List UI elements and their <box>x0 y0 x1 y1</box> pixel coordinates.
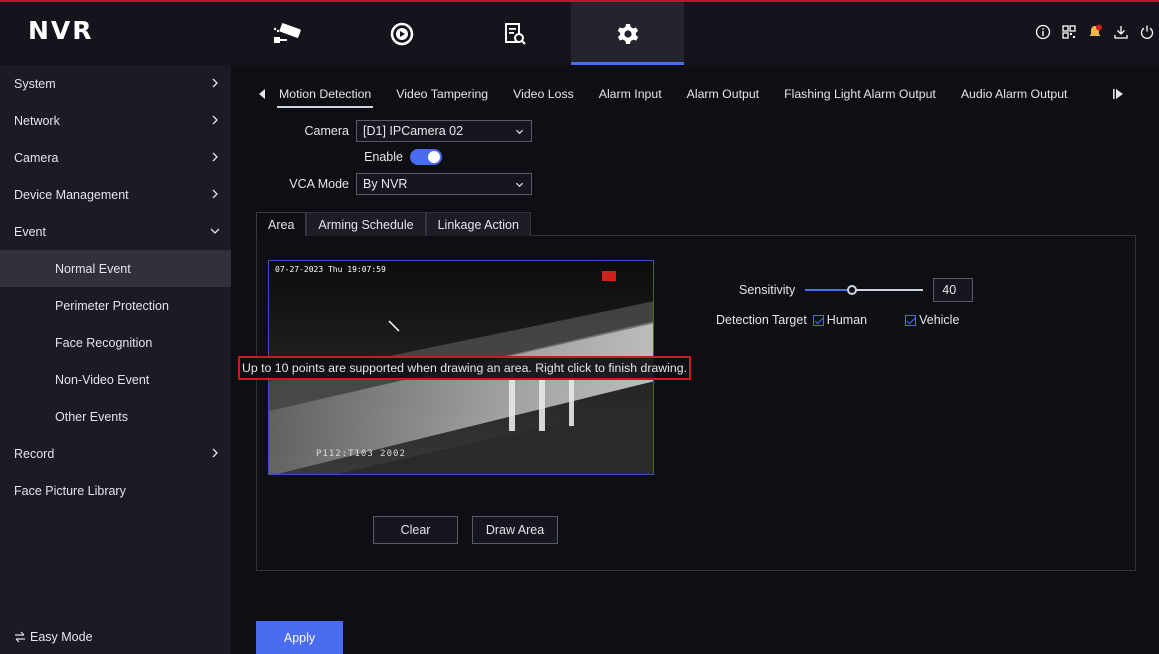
tab-area[interactable]: Area <box>256 212 307 236</box>
tab-flashing-light-alarm-output[interactable]: Flashing Light Alarm Output <box>784 87 936 101</box>
vehicle-checkbox[interactable] <box>905 314 917 326</box>
sidebar: System Network Camera Device Management … <box>0 65 231 654</box>
draw-area-hint: Up to 10 points are supported when drawi… <box>238 356 691 380</box>
sidebar-item-face-picture-library[interactable]: Face Picture Library <box>0 472 231 509</box>
tab-linkage-action[interactable]: Linkage Action <box>425 212 531 236</box>
sidebar-item-normal-event[interactable]: Normal Event <box>0 250 231 287</box>
info-icon[interactable] <box>1035 24 1051 40</box>
tab-arming-schedule[interactable]: Arming Schedule <box>306 212 426 236</box>
sidebar-item-other-events[interactable]: Other Events <box>0 398 231 435</box>
settings-gear-icon[interactable] <box>571 2 684 65</box>
main-content: Motion Detection Video Tampering Video L… <box>231 65 1159 654</box>
sensitivity-slider[interactable] <box>805 282 924 298</box>
sidebar-item-label: Non-Video Event <box>55 372 150 387</box>
sensitivity-label: Sensitivity <box>739 283 796 297</box>
top-bar: NVR <box>0 0 1159 65</box>
tab-audio-alarm-output[interactable]: Audio Alarm Output <box>961 87 1068 101</box>
search-file-icon[interactable] <box>458 2 571 65</box>
camera-row: Camera [D1] IPCamera 02 <box>231 120 532 142</box>
sidebar-item-label: Normal Event <box>55 261 131 276</box>
video-timestamp: 07-27-2023 Thu 19:07:59 <box>275 265 386 274</box>
tab-video-loss[interactable]: Video Loss <box>513 87 574 101</box>
tab-scroll-right-icon[interactable] <box>1112 88 1124 100</box>
chevron-down-icon <box>515 182 524 188</box>
sidebar-item-label: Face Picture Library <box>14 483 126 498</box>
sensitivity-row: Sensitivity 40 <box>739 278 974 302</box>
sidebar-item-event[interactable]: Event <box>0 213 231 250</box>
sidebar-item-face-recognition[interactable]: Face Recognition <box>0 324 231 361</box>
enable-label: Enable <box>364 150 403 164</box>
tab-video-tampering[interactable]: Video Tampering <box>396 87 488 101</box>
event-tabs: Motion Detection Video Tampering Video L… <box>257 85 1123 108</box>
sidebar-item-label: Other Events <box>55 409 128 424</box>
vca-mode-select[interactable]: By NVR <box>356 173 532 195</box>
human-checkbox[interactable] <box>812 314 824 326</box>
recording-indicator-icon <box>602 271 616 281</box>
camera-value: [D1] IPCamera 02 <box>363 124 464 138</box>
chevron-down-icon <box>515 129 524 135</box>
easy-mode-label: Easy Mode <box>30 630 93 644</box>
tab-scroll-left-icon[interactable] <box>257 88 269 100</box>
vca-mode-value: By NVR <box>363 177 408 191</box>
slider-handle[interactable] <box>847 285 858 295</box>
enable-toggle[interactable] <box>410 149 442 165</box>
chevron-right-icon <box>212 448 218 458</box>
chevron-right-icon <box>212 115 218 125</box>
tab-alarm-input[interactable]: Alarm Input <box>599 87 662 101</box>
detection-target-label: Detection Target <box>716 313 807 327</box>
tab-motion-detection[interactable]: Motion Detection <box>276 87 374 108</box>
sidebar-item-non-video-event[interactable]: Non-Video Event <box>0 361 231 398</box>
sidebar-item-label: Network <box>14 113 60 128</box>
sidebar-item-label: Record <box>14 446 55 461</box>
sidebar-item-label: Event <box>14 224 46 239</box>
sidebar-item-label: System <box>14 76 56 91</box>
vca-mode-row: VCA Mode By NVR <box>231 173 532 195</box>
camera-label: Camera <box>304 124 349 138</box>
clear-button[interactable]: Clear <box>373 516 458 544</box>
sub-tabs: Area Arming Schedule Linkage Action <box>256 212 531 236</box>
top-navigation <box>232 2 684 65</box>
camera-select[interactable]: [D1] IPCamera 02 <box>356 120 532 142</box>
sidebar-item-label: Camera <box>14 150 59 165</box>
draw-area-button[interactable]: Draw Area <box>472 516 558 544</box>
download-icon[interactable] <box>1113 24 1129 40</box>
sidebar-item-label: Perimeter Protection <box>55 298 169 313</box>
detection-target-row: Detection Target Human Vehicle <box>716 313 959 327</box>
sidebar-item-label: Device Management <box>14 187 129 202</box>
enable-row: Enable <box>231 149 442 165</box>
qr-code-icon[interactable] <box>1061 24 1077 40</box>
sidebar-item-device-management[interactable]: Device Management <box>0 176 231 213</box>
video-ptz-info: P112:T103 2002 <box>316 449 406 459</box>
sidebar-item-label: Face Recognition <box>55 335 153 350</box>
chevron-down-icon <box>210 228 220 234</box>
sidebar-item-camera[interactable]: Camera <box>0 139 231 176</box>
sidebar-item-record[interactable]: Record <box>0 435 231 472</box>
playback-icon[interactable] <box>345 2 458 65</box>
chevron-right-icon <box>212 189 218 199</box>
sidebar-item-perimeter-protection[interactable]: Perimeter Protection <box>0 287 231 324</box>
top-right-toolbar <box>1035 24 1155 40</box>
vca-mode-label: VCA Mode <box>289 177 349 191</box>
apply-button[interactable]: Apply <box>256 621 343 654</box>
chevron-right-icon <box>212 78 218 88</box>
tab-alarm-output[interactable]: Alarm Output <box>687 87 759 101</box>
app-logo: NVR <box>28 16 94 45</box>
human-label: Human <box>826 313 868 327</box>
easy-mode-link[interactable]: Easy Mode <box>14 630 93 644</box>
sidebar-item-network[interactable]: Network <box>0 102 231 139</box>
vehicle-label: Vehicle <box>919 313 960 327</box>
sensitivity-input[interactable]: 40 <box>933 278 974 302</box>
switch-arrows-icon <box>15 631 25 643</box>
power-icon[interactable] <box>1139 24 1155 40</box>
alarm-bell-icon[interactable] <box>1087 24 1103 40</box>
slider-fill <box>805 289 853 291</box>
sidebar-item-system[interactable]: System <box>0 65 231 102</box>
chevron-right-icon <box>212 152 218 162</box>
live-view-icon[interactable] <box>232 2 345 65</box>
